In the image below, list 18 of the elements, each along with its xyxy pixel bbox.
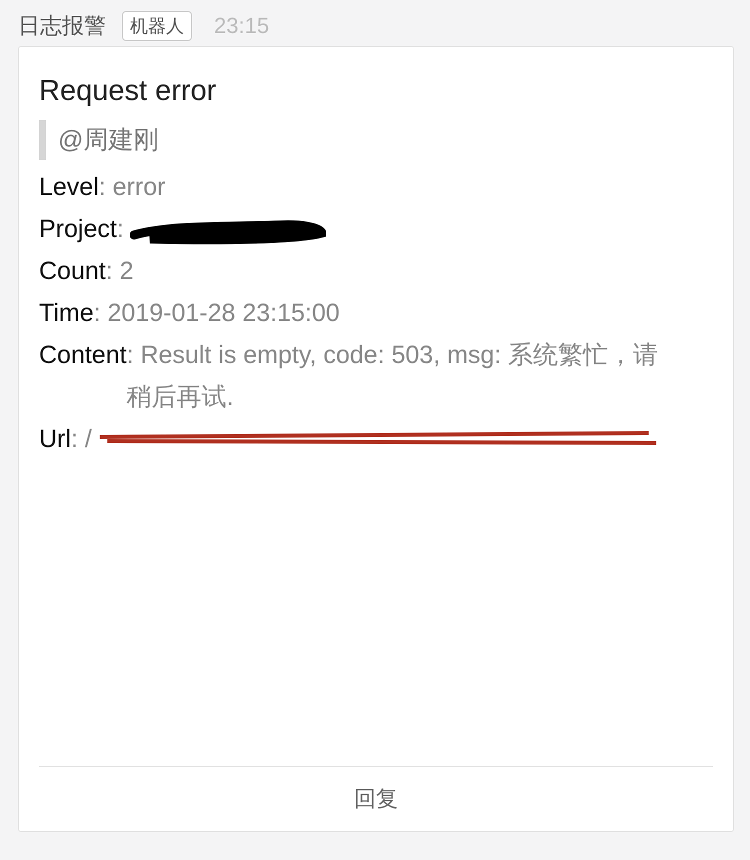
field-value: : error	[98, 172, 166, 203]
field-value: : Result is empty, code: 503, msg: 系统繁忙，请稍后再试.	[126, 340, 660, 413]
field-label: Count	[39, 256, 106, 287]
field-label: Time	[39, 298, 94, 329]
field-value: :	[116, 214, 124, 245]
field-value: : 2019-01-28 23:15:00	[94, 298, 340, 329]
reply-button[interactable]: 回复	[334, 767, 418, 831]
message-time: 23:15	[214, 13, 270, 39]
card-title: Request error	[39, 75, 218, 108]
bot-badge: 机器人	[122, 11, 192, 41]
field-label: Content	[39, 340, 127, 371]
field-value: : 2	[106, 256, 134, 287]
sender-name: 日志报警	[18, 12, 106, 40]
field-value: : /	[70, 424, 92, 455]
field-label: Url	[39, 424, 71, 455]
field-label: Project	[39, 214, 117, 245]
mention-quote: @周建刚	[39, 120, 713, 160]
field-label: Level	[39, 172, 99, 203]
